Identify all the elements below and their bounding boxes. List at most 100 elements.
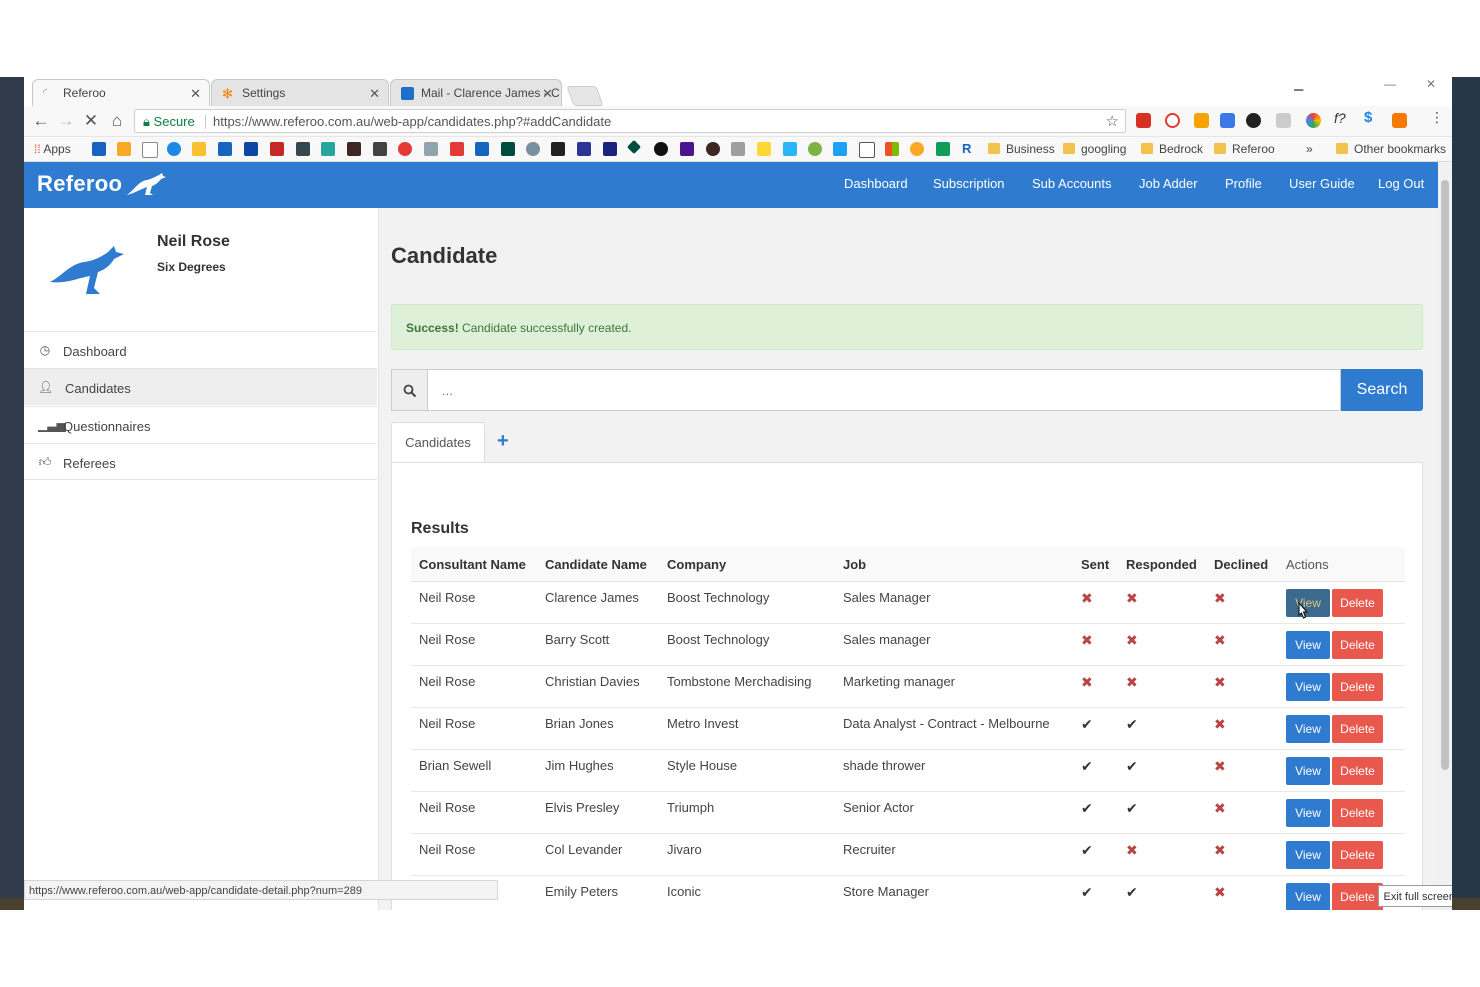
delete-button[interactable]: Delete (1332, 631, 1383, 659)
extension-icon-orange[interactable] (1194, 113, 1209, 128)
sidebar-item-questionnaires[interactable]: ▁▃▅ Questionnaires (24, 406, 377, 443)
bookmark-star-icon[interactable]: ☆ (1106, 112, 1119, 130)
url-text[interactable]: https://www.referoo.com.au/web-app/candi… (204, 114, 611, 129)
bookmark-folder-referoo[interactable]: Referoo (1214, 141, 1275, 157)
nav-profile[interactable]: Profile (1225, 176, 1262, 191)
stop-loading-icon[interactable]: ✕ (81, 110, 101, 132)
close-icon[interactable]: ✕ (190, 80, 201, 107)
close-icon[interactable]: ✕ (542, 80, 553, 107)
delete-button[interactable]: Delete (1332, 841, 1383, 869)
search-input[interactable] (428, 369, 1341, 411)
nav-dashboard[interactable]: Dashboard (844, 176, 908, 191)
bookmark-icon[interactable] (142, 142, 158, 158)
bookmark-icon-r[interactable]: R (962, 142, 976, 156)
sheets-bookmark-icon[interactable] (936, 142, 950, 156)
view-button[interactable]: View (1286, 883, 1330, 910)
bookmark-icon[interactable] (706, 142, 720, 156)
bookmark-icon[interactable] (424, 142, 438, 156)
close-window-icon[interactable]: ✕ (1426, 77, 1436, 91)
delete-button[interactable]: Delete (1332, 757, 1383, 785)
user-profile-icon[interactable]: ▁ (1294, 77, 1303, 91)
column-header[interactable]: Sent (1073, 547, 1118, 582)
bookmark-icon[interactable] (808, 142, 822, 156)
minimize-icon[interactable]: — (1384, 77, 1396, 91)
apps-shortcut[interactable]: ⁞⁞ Apps (34, 141, 71, 157)
bookmark-icon[interactable] (347, 142, 361, 156)
color-picker-icon[interactable] (1306, 113, 1321, 128)
bookmark-icon[interactable] (783, 142, 797, 156)
bookmark-folder-bedrock[interactable]: Bedrock (1141, 141, 1203, 157)
nav-log-out[interactable]: Log Out (1378, 176, 1424, 191)
bookmark-icon[interactable] (218, 142, 232, 156)
extension-icon-grey[interactable] (1276, 113, 1291, 128)
nav-sub-accounts[interactable]: Sub Accounts (1032, 176, 1112, 191)
bookmark-icon[interactable] (398, 142, 412, 156)
tab-candidates[interactable]: Candidates (391, 422, 485, 463)
bookmark-icon[interactable] (551, 142, 565, 156)
view-button[interactable]: View (1286, 757, 1330, 785)
forward-icon[interactable]: → (56, 110, 76, 132)
view-button[interactable]: View (1286, 589, 1330, 617)
add-candidate-tab[interactable]: + (497, 430, 509, 453)
delete-button[interactable]: Delete (1332, 883, 1383, 910)
view-button[interactable]: View (1286, 841, 1330, 869)
bookmark-icon[interactable] (192, 142, 206, 156)
nav-user-guide[interactable]: User Guide (1289, 176, 1355, 191)
delete-button[interactable]: Delete (1332, 673, 1383, 701)
bookmarks-overflow[interactable]: » (1306, 141, 1313, 157)
function-icon[interactable]: f? (1334, 110, 1349, 126)
view-button[interactable]: View (1286, 799, 1330, 827)
twitter-bookmark-icon[interactable] (833, 142, 847, 156)
bookmark-icon[interactable] (450, 142, 464, 156)
bookmark-icon[interactable] (654, 142, 668, 156)
search-button[interactable]: Search (1341, 369, 1423, 411)
browser-tab-mail[interactable]: Mail - Clarence James - C ✕ (390, 79, 562, 106)
column-header[interactable]: Declined (1206, 547, 1278, 582)
scrollbar-thumb[interactable] (1441, 180, 1449, 770)
extension-icon-red[interactable] (1136, 113, 1151, 128)
bookmark-folder-googling[interactable]: googling (1063, 141, 1126, 157)
bookmark-icon[interactable] (910, 142, 924, 156)
close-icon[interactable]: ✕ (369, 80, 380, 107)
browser-tab-settings[interactable]: ✻ Settings ✕ (211, 79, 389, 106)
extension-icon-dark[interactable] (1246, 113, 1261, 128)
bookmark-icon[interactable] (167, 142, 181, 156)
delete-button[interactable]: Delete (1332, 799, 1383, 827)
bookmark-folder-other[interactable]: Other bookmarks (1336, 141, 1446, 157)
sidebar-item-dashboard[interactable]: ◷ Dashboard (24, 331, 377, 368)
extension-icon-badge[interactable] (1392, 113, 1407, 128)
bookmark-icon[interactable] (526, 142, 540, 156)
dollar-icon[interactable]: $ (1364, 109, 1379, 126)
page-scrollbar[interactable] (1438, 162, 1452, 910)
address-bar[interactable]: 🔒︎ Secure https://www.referoo.com.au/web… (134, 109, 1126, 133)
referoo-logo[interactable]: Referoo (37, 171, 167, 197)
bookmark-icon[interactable] (244, 142, 258, 156)
bookmark-icon[interactable] (577, 142, 591, 156)
bookmark-icon[interactable] (92, 142, 106, 156)
column-header[interactable]: Responded (1118, 547, 1206, 582)
bookmark-folder-business[interactable]: Business (988, 141, 1055, 157)
column-header[interactable]: Company (659, 547, 835, 582)
bookmark-icon[interactable] (475, 142, 489, 156)
column-header[interactable]: Candidate Name (537, 547, 659, 582)
bookmark-icon[interactable] (626, 139, 642, 155)
menu-dots-icon[interactable]: ⋮ (1430, 109, 1445, 125)
bookmark-icon[interactable] (296, 142, 310, 156)
view-button[interactable]: View (1286, 673, 1330, 701)
secure-indicator[interactable]: 🔒︎ Secure (143, 114, 195, 130)
bookmark-icon[interactable] (117, 142, 131, 156)
nav-job-adder[interactable]: Job Adder (1139, 176, 1198, 191)
sidebar-item-candidates[interactable]: 👤︎ Candidates (24, 368, 377, 405)
microsoft-bookmark-icon[interactable] (885, 142, 899, 156)
bookmark-icon[interactable] (321, 142, 335, 156)
column-header[interactable]: Consultant Name (411, 547, 537, 582)
bookmark-icon[interactable] (501, 142, 515, 156)
view-button[interactable]: View (1286, 631, 1330, 659)
column-header[interactable]: Job (835, 547, 1073, 582)
delete-button[interactable]: Delete (1332, 589, 1383, 617)
new-tab-button[interactable] (566, 86, 604, 106)
back-icon[interactable]: ← (31, 110, 51, 132)
view-button[interactable]: View (1286, 715, 1330, 743)
sidebar-item-referees[interactable]: 👍︎ Referees (24, 443, 377, 480)
bookmark-icon[interactable] (373, 142, 387, 156)
